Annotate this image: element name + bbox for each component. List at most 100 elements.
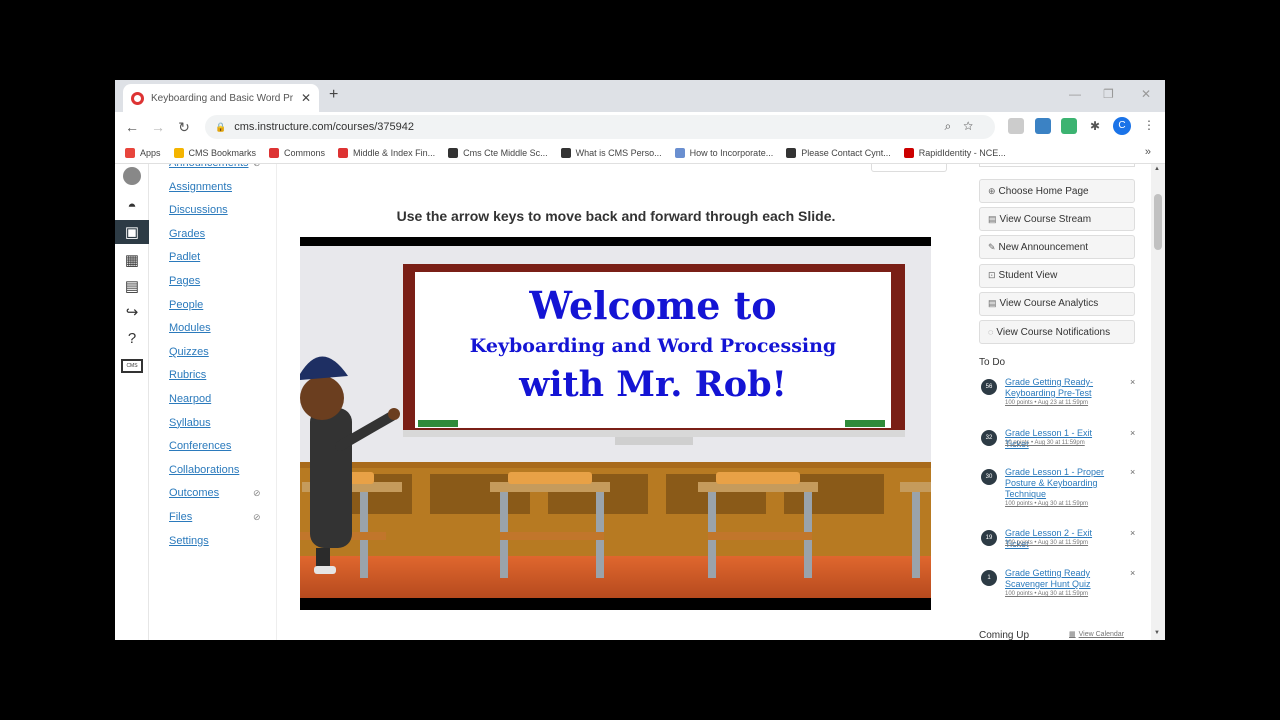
page-scrollbar[interactable]: ▲ ▼ <box>1151 164 1165 640</box>
address-bar[interactable]: 🔒 cms.instructure.com/courses/375942 ⌕☆ <box>205 115 995 139</box>
dismiss-icon[interactable]: × <box>1130 428 1135 438</box>
sidebar-button-icon: ⊕ <box>988 185 996 196</box>
bookmark-icon <box>269 147 280 158</box>
course-nav-rubrics[interactable]: Rubrics <box>169 369 206 381</box>
sidebar-button-choose-home-page[interactable]: ⊕ Choose Home Page <box>979 179 1135 203</box>
bookmark-label: Commons <box>284 147 326 158</box>
dashboard-icon[interactable]: ◓ <box>115 194 149 218</box>
todo-item-link[interactable]: Grade Lesson 1 - Proper Posture & Keyboa… <box>1005 467 1117 500</box>
course-nav-padlet[interactable]: Padlet <box>169 251 200 263</box>
course-nav-conferences[interactable]: Conferences <box>169 440 231 452</box>
sidebar-button-view-course-notifications[interactable]: ◌ View Course Notifications <box>979 320 1135 344</box>
sidebar-button-edge <box>979 164 1135 167</box>
sidebar-button-view-course-analytics[interactable]: ▤ View Course Analytics <box>979 291 1135 316</box>
minimize-icon[interactable]: — <box>1069 87 1081 101</box>
todo-count-badge: 56 <box>981 379 997 395</box>
todo-count-badge: 30 <box>981 469 997 485</box>
bookmark-item[interactable]: How to Incorporate... <box>674 147 773 158</box>
dismiss-icon[interactable]: × <box>1130 467 1135 477</box>
sidebar-button-icon: ✎ <box>988 241 996 252</box>
calendar-icon[interactable]: ▦ <box>115 248 149 272</box>
help-icon[interactable]: ? <box>115 326 149 350</box>
sidebar-button-student-view[interactable]: ⊡ Student View <box>979 263 1135 288</box>
todo-item-meta: 10 points • Aug 30 at 11:59pm <box>1005 440 1085 446</box>
course-nav-collaborations[interactable]: Collaborations <box>169 464 239 476</box>
course-nav: Announcements ⊘ Assignments Discussions Grad… <box>149 164 277 640</box>
commons-icon[interactable]: CMS <box>115 354 149 378</box>
new-tab-button[interactable]: + <box>329 86 338 104</box>
puzzle-icon[interactable]: ✱ <box>1087 118 1103 134</box>
back-icon[interactable]: ← <box>119 119 145 135</box>
profile-avatar[interactable]: C <box>1113 117 1131 135</box>
browser-tab[interactable]: Keyboarding and Basic Word Pr ✕ <box>123 84 319 112</box>
dismiss-icon[interactable]: × <box>1130 377 1135 387</box>
sidebar-button-icon: ⊡ <box>988 270 996 281</box>
bookmark-item[interactable]: CMS Bookmarks <box>173 147 256 158</box>
bookmark-item[interactable]: Please Contact Cynt... <box>786 147 891 158</box>
course-nav-files[interactable]: Files <box>169 511 192 523</box>
todo-item-link[interactable]: Grade Lesson 1 - Exit Ticket <box>1005 428 1117 450</box>
scroll-down-icon[interactable]: ▼ <box>1154 630 1160 636</box>
course-nav-quizzes[interactable]: Quizzes <box>169 346 209 358</box>
dismiss-icon[interactable]: × <box>1130 528 1135 538</box>
logout-icon[interactable]: ↪ <box>115 300 149 324</box>
course-nav-discussions[interactable]: Discussions <box>169 204 228 216</box>
hidden-eye-icon: ⊘ <box>253 488 261 499</box>
tab-close-icon[interactable]: ✕ <box>301 91 311 105</box>
bookmark-star-icon[interactable]: ☆ <box>963 119 985 133</box>
hidden-eye-icon: ⊘ <box>253 512 261 522</box>
page-instruction: Use the arrow keys to move back and forw… <box>396 208 836 224</box>
bookmark-icon <box>125 147 135 158</box>
bookmark-icon <box>560 147 571 158</box>
course-nav-settings[interactable]: Settings <box>169 535 209 547</box>
course-nav-outcomes[interactable]: Outcomes <box>169 487 219 499</box>
course-nav-nearpod[interactable]: Nearpod <box>169 393 211 405</box>
slide-title-line-2: Keyboarding and Word Processing <box>469 335 837 357</box>
course-nav-people[interactable]: People <box>169 299 203 311</box>
bookmark-item[interactable]: What is CMS Perso... <box>560 147 662 158</box>
todo-item-link[interactable]: Grade Getting Ready- Keyboarding Pre-Tes… <box>1005 377 1117 399</box>
sidebar-button-new-announcement[interactable]: ✎ New Announcement <box>979 235 1135 260</box>
embedded-slide[interactable]: Welcome to Keyboarding and Word Processi… <box>300 237 931 610</box>
bookmarks-bar: Apps CMS Bookmarks Commons Middle & Index F… <box>115 142 1165 164</box>
dismiss-icon[interactable]: × <box>1130 568 1135 578</box>
forward-icon[interactable]: → <box>145 119 171 135</box>
view-calendar-link[interactable]: ▦ View Calendar <box>1069 630 1124 638</box>
shield-extension-icon[interactable] <box>1035 118 1051 134</box>
account-icon[interactable] <box>115 164 149 188</box>
edit-buttons-edge <box>871 164 947 172</box>
inbox-icon[interactable]: ▤ <box>115 274 149 298</box>
course-nav-announcements[interactable]: Announcements <box>169 164 249 169</box>
bookmark-item[interactable]: Middle & Index Fin... <box>338 147 435 158</box>
course-nav-syllabus[interactable]: Syllabus <box>169 417 211 429</box>
bookmarks-overflow-icon[interactable]: » <box>1145 146 1151 158</box>
todo-heading: To Do <box>979 357 1006 368</box>
bookmark-item[interactable]: Apps <box>125 147 161 158</box>
courses-icon[interactable]: ▣ <box>115 220 149 244</box>
green-extension-icon[interactable] <box>1061 118 1077 134</box>
zoom-search-icon[interactable]: ⌕ <box>944 119 963 133</box>
sidebar-button-view-course-stream[interactable]: ▤ View Course Stream <box>979 207 1135 232</box>
course-nav-grades[interactable]: Grades <box>169 228 205 240</box>
bookmark-item[interactable]: Commons <box>269 147 326 158</box>
scroll-up-icon[interactable]: ▲ <box>1154 166 1160 172</box>
todo-item-link[interactable]: Grade Getting Ready Scavenger Hunt Quiz <box>1005 568 1117 590</box>
main-content: Use the arrow keys to move back and forw… <box>277 164 962 640</box>
course-sidebar: ⊕ Choose Home Page ▤ View Course Stream ✎ New… <box>962 164 1151 640</box>
scroll-thumb[interactable] <box>1154 194 1162 250</box>
extension-icon[interactable] <box>1008 118 1024 134</box>
todo-count-badge: 19 <box>981 530 997 546</box>
bookmark-item[interactable]: RapidIdentity - NCE... <box>903 147 1006 158</box>
menu-icon[interactable]: ⋮ <box>1143 118 1155 132</box>
todo-item-meta: 100 points • Aug 30 at 11:59pm <box>1005 591 1089 597</box>
bookmark-icon <box>674 147 685 158</box>
todo-item-link[interactable]: Grade Lesson 2 - Exit Ticket <box>1005 528 1117 550</box>
window-close-icon[interactable]: ✕ <box>1141 87 1151 101</box>
maximize-icon[interactable]: ❐ <box>1103 87 1114 101</box>
course-nav-assignments[interactable]: Assignments <box>169 181 232 193</box>
bookmark-icon <box>786 147 797 158</box>
course-nav-pages[interactable]: Pages <box>169 275 200 287</box>
bookmark-item[interactable]: Cms Cte Middle Sc... <box>448 147 548 158</box>
course-nav-modules[interactable]: Modules <box>169 322 211 334</box>
reload-icon[interactable]: ↻ <box>171 119 197 136</box>
